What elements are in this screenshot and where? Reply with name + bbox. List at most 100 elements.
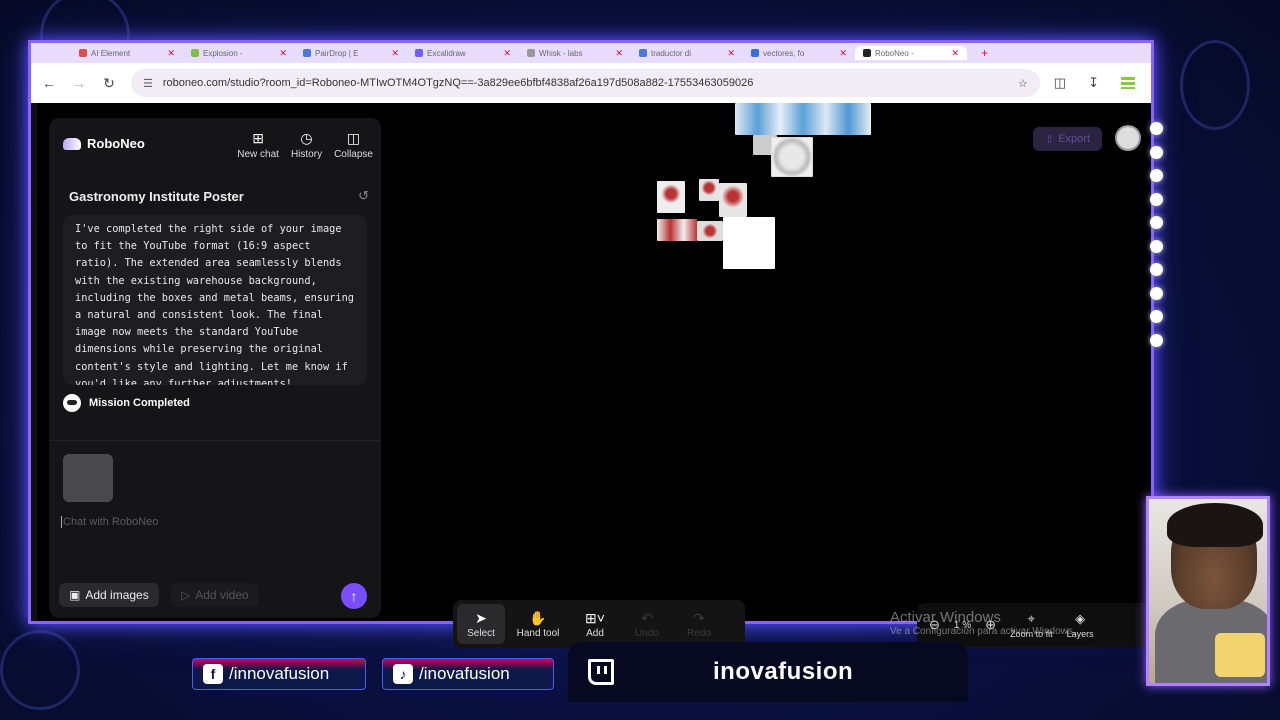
tab-favicon-icon [415,49,423,57]
tab-bar: AI Element ✕ Explosion - ✕ PairDrop | E ✕ Exca… [31,43,1151,63]
hand-label: Hand tool [516,627,560,639]
tab-label: Explosion - [203,48,243,58]
zoom-to-fit-label: Zoom to fit [1010,629,1053,639]
browser-tab[interactable]: Excalidraw ✕ [407,46,519,60]
hand-icon: ✋ [529,609,547,626]
canvas-image[interactable] [723,217,775,269]
chat-sidebar: RoboNeo ⊞ New chat ◷ History ◫ Collapse … [49,118,381,618]
site-info-icon[interactable]: ☰ [143,77,153,90]
select-label: Select [467,627,495,639]
add-label: Add [586,627,604,639]
add-video-button[interactable]: ▷ Add video [171,583,259,607]
tab-close-icon[interactable]: ✕ [839,48,847,59]
layers-label: Layers [1066,629,1094,639]
new-tab-icon[interactable]: + [981,46,988,60]
collapse-button[interactable]: ◫ Collapse [334,130,373,160]
download-icon[interactable]: ↧ [1088,75,1099,91]
bookmark-star-icon[interactable]: ☆ [1018,77,1028,90]
tab-label: traductor di [651,48,692,58]
collapse-icon: ◫ [346,130,361,146]
tiktok-icon: ♪ [393,664,413,684]
webcam-overlay [1146,496,1270,686]
browser-tab[interactable]: Explosion - ✕ [183,46,295,60]
decorative-dots [1150,122,1163,347]
new-chat-label: New chat [237,149,279,160]
tab-close-icon[interactable]: ✕ [279,48,287,59]
video-icon: ▷ [181,588,191,602]
arrow-up-icon: ↑ [350,588,358,604]
tab-close-icon[interactable]: ✕ [167,48,175,59]
export-button[interactable]: ⇧ Export [1033,127,1103,151]
redo-button[interactable]: ↷ Redo [675,604,723,644]
undo-button[interactable]: ↶ Undo [623,604,671,644]
canvas-image[interactable] [657,219,697,241]
new-chat-icon: ⊞ [252,130,264,146]
tab-favicon-icon [79,49,87,57]
undo-label: Undo [635,627,659,639]
layers-button[interactable]: ◈ Layers [1067,611,1094,639]
tiktok-handle: ♪ /inovafusion [382,658,554,690]
canvas-toolbar: ➤ Select ✋ Hand tool ⊞˅ Add ↶ Undo ↷ Red… [453,600,745,648]
clock-icon: ◷ [300,130,313,146]
forward-icon[interactable]: → [71,75,87,91]
zoom-out-icon[interactable]: ⊖ [929,617,940,633]
user-avatar[interactable] [1115,125,1141,151]
twitch-handle: inovafusion [568,642,968,702]
export-label: Export [1058,133,1091,145]
select-tool[interactable]: ➤ Select [457,604,505,644]
tab-label: Whisk - labs [539,48,583,58]
new-chat-button[interactable]: ⊞ New chat [237,130,279,160]
twitch-label: inovafusion [713,658,854,685]
browser-tab[interactable]: vectores, fo ✕ [743,46,855,60]
app-logo: RoboNeo [63,136,145,151]
facebook-icon: f [203,664,223,684]
redo-label: Redo [687,627,711,639]
share-icon[interactable]: ↺ [358,188,369,204]
project-title: Gastronomy Institute Poster [69,189,244,204]
address-bar: ← → ↻ ☰ roboneo.com/studio?room_id=Robon… [31,63,1151,103]
zoom-panel: ⊖ 1 % ⊕ ⌖ Zoom to fit ◈ Layers [917,603,1149,647]
add-images-label: Add images [85,588,149,602]
add-tool[interactable]: ⊞˅ Add [571,604,619,644]
canvas-image[interactable] [697,221,723,241]
canvas-image[interactable] [699,179,719,201]
canvas-image[interactable] [771,137,813,177]
profile-icon[interactable] [1121,77,1135,89]
facebook-handle: f /innovafusion [192,658,366,690]
history-button[interactable]: ◷ History [291,130,322,160]
tab-close-icon[interactable]: ✕ [391,48,399,59]
tab-close-icon[interactable]: ✕ [615,48,623,59]
collapse-label: Collapse [334,149,373,160]
back-icon[interactable]: ← [41,75,57,91]
canvas-image[interactable] [735,103,871,135]
crosshair-icon: ⌖ [1027,611,1035,626]
reload-icon[interactable]: ↻ [101,75,117,92]
attachment-thumbnail[interactable] [63,454,113,502]
background-decoration [0,630,80,710]
browser-tab[interactable]: RoboNeo - ✕ [855,46,967,60]
zoom-to-fit-button[interactable]: ⌖ Zoom to fit [1010,611,1053,639]
history-label: History [290,149,323,160]
zoom-value: 1 % [953,619,972,631]
canvas-image[interactable] [657,181,685,213]
add-images-button[interactable]: ▣ Add images [59,583,159,607]
hand-tool[interactable]: ✋ Hand tool [509,604,567,644]
tab-favicon-icon [863,49,871,57]
tab-close-icon[interactable]: ✕ [727,48,735,59]
browser-tab[interactable]: PairDrop | E ✕ [295,46,407,60]
canvas-image[interactable] [719,183,747,217]
tab-label: Excalidraw [427,48,466,58]
browser-tab[interactable]: Whisk - labs ✕ [519,46,631,60]
chat-input[interactable] [61,516,361,528]
tab-close-icon[interactable]: ✕ [951,48,959,59]
add-video-label: Add video [195,588,249,602]
mission-status: Mission Completed [63,394,190,412]
tab-close-icon[interactable]: ✕ [503,48,511,59]
browser-tab[interactable]: traductor di ✕ [631,46,743,60]
browser-tab[interactable]: AI Element ✕ [71,46,183,60]
url-field[interactable]: ☰ roboneo.com/studio?room_id=Roboneo-MTI… [131,69,1040,97]
extensions-icon[interactable]: ◫ [1054,75,1066,91]
zoom-in-icon[interactable]: ⊕ [985,617,996,633]
send-button[interactable]: ↑ [341,583,367,609]
mission-status-label: Mission Completed [89,397,190,409]
